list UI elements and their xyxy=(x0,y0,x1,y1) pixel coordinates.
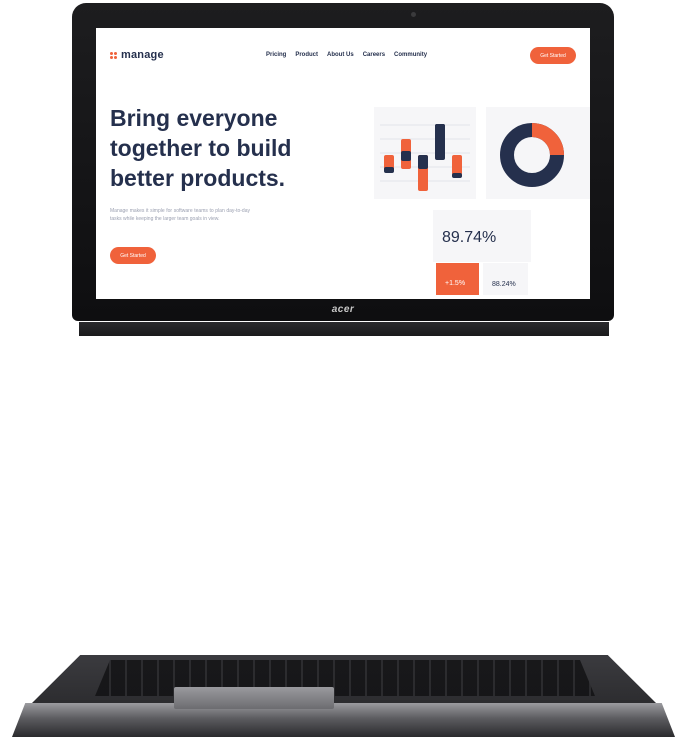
percentage-value: 89.74% xyxy=(442,229,497,246)
webcam-icon xyxy=(411,12,416,17)
touchpad xyxy=(174,687,334,709)
hero-title: Bring everyone together to build better … xyxy=(110,105,292,191)
donut-chart-card xyxy=(486,107,590,199)
bar-chart-graphic xyxy=(380,124,470,191)
hero-description: Manage makes it simple for software team… xyxy=(110,208,250,222)
secondary-percentage-card: 88.24% xyxy=(483,263,528,295)
nav-link-product[interactable]: Product xyxy=(295,52,318,58)
site-logo[interactable]: manage xyxy=(110,49,164,61)
logo-text: manage xyxy=(121,49,164,61)
get-started-button-top[interactable]: Get Started xyxy=(530,47,576,64)
nav-link-community[interactable]: Community xyxy=(394,52,427,58)
keyboard-deck xyxy=(0,322,687,737)
laptop-mockup: acer manage Pricing Product About Us Car… xyxy=(0,0,687,737)
donut-chart-graphic xyxy=(500,123,564,187)
screen: manage Pricing Product About Us Careers … xyxy=(96,28,590,299)
logo-icon xyxy=(110,51,117,59)
nav-link-about-us[interactable]: About Us xyxy=(327,52,354,58)
nav-link-careers[interactable]: Careers xyxy=(363,52,385,58)
get-started-button-main[interactable]: Get Started xyxy=(110,247,156,264)
secondary-percentage-value: 88.24% xyxy=(492,281,516,288)
nav-link-pricing[interactable]: Pricing xyxy=(266,52,286,58)
bar-chart-card xyxy=(374,107,476,199)
keyboard-deck-bottom xyxy=(12,703,675,737)
keyboard-keys xyxy=(95,660,595,696)
laptop-brand: acer xyxy=(331,304,355,315)
percentage-card: 89.74% xyxy=(433,210,531,262)
site-navbar: manage Pricing Product About Us Careers … xyxy=(96,28,590,78)
change-card: +1.5% xyxy=(436,263,479,295)
nav-links: Pricing Product About Us Careers Communi… xyxy=(266,52,427,58)
change-value: +1.5% xyxy=(445,280,466,287)
